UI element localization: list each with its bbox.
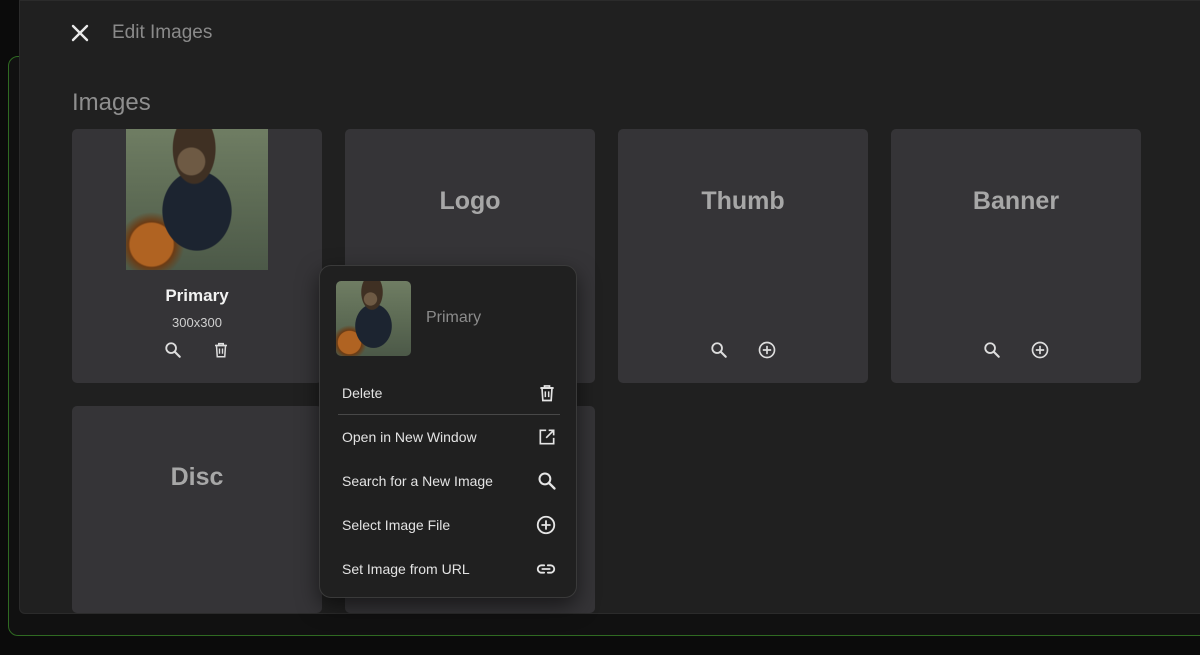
add-circle-icon	[1031, 341, 1049, 359]
banner-add-button[interactable]	[1029, 339, 1051, 361]
search-icon	[984, 342, 1000, 358]
banner-search-button[interactable]	[981, 339, 1003, 361]
image-card-primary[interactable]: Primary 300x300	[72, 129, 322, 383]
primary-image-size: 300x300	[172, 315, 222, 330]
menu-item-label: Select Image File	[342, 517, 451, 533]
menu-header-label: Primary	[426, 309, 482, 326]
close-icon	[71, 24, 89, 42]
primary-card-actions	[72, 339, 322, 361]
search-icon	[165, 342, 181, 358]
link-icon	[536, 564, 556, 574]
primary-image-thumbnail[interactable]	[126, 129, 268, 270]
menu-item-label: Open in New Window	[342, 429, 477, 445]
dialog-title: Edit Images	[112, 22, 213, 43]
search-icon	[711, 342, 727, 358]
menu-item-search-new-image[interactable]: Search for a New Image	[321, 460, 575, 502]
disc-card-label: Disc	[170, 463, 224, 491]
logo-card-label: Logo	[439, 187, 501, 215]
menu-item-open-new-window[interactable]: Open in New Window	[321, 416, 575, 458]
image-card-disc[interactable]: Disc	[72, 406, 322, 613]
menu-item-label: Set Image from URL	[342, 561, 470, 577]
image-context-menu: Primary Delete Open in New Window Search…	[319, 265, 577, 598]
search-icon	[538, 472, 556, 490]
close-button[interactable]	[68, 21, 92, 45]
thumb-card-label: Thumb	[701, 187, 785, 215]
trash-icon	[540, 385, 554, 402]
trash-icon	[215, 342, 227, 358]
images-section-title: Images	[72, 89, 151, 116]
add-circle-icon	[536, 515, 556, 535]
menu-item-label: Search for a New Image	[342, 473, 493, 489]
banner-card-actions	[891, 339, 1141, 361]
primary-card-label: Primary	[165, 286, 229, 305]
menu-item-set-image-from-url[interactable]: Set Image from URL	[321, 548, 575, 590]
menu-item-delete[interactable]: Delete	[321, 372, 575, 414]
image-card-thumb[interactable]: Thumb	[618, 129, 868, 383]
menu-primary-thumbnail	[336, 281, 411, 356]
thumb-card-actions	[618, 339, 868, 361]
menu-item-label: Delete	[342, 385, 383, 401]
thumb-add-button[interactable]	[756, 339, 778, 361]
primary-delete-button[interactable]	[210, 339, 232, 361]
primary-search-button[interactable]	[162, 339, 184, 361]
menu-divider	[338, 414, 560, 415]
thumb-search-button[interactable]	[708, 339, 730, 361]
menu-item-select-image-file[interactable]: Select Image File	[321, 504, 575, 546]
add-circle-icon	[758, 341, 776, 359]
banner-card-label: Banner	[972, 187, 1060, 215]
image-card-banner[interactable]: Banner	[891, 129, 1141, 383]
open-in-new-icon	[539, 429, 555, 445]
